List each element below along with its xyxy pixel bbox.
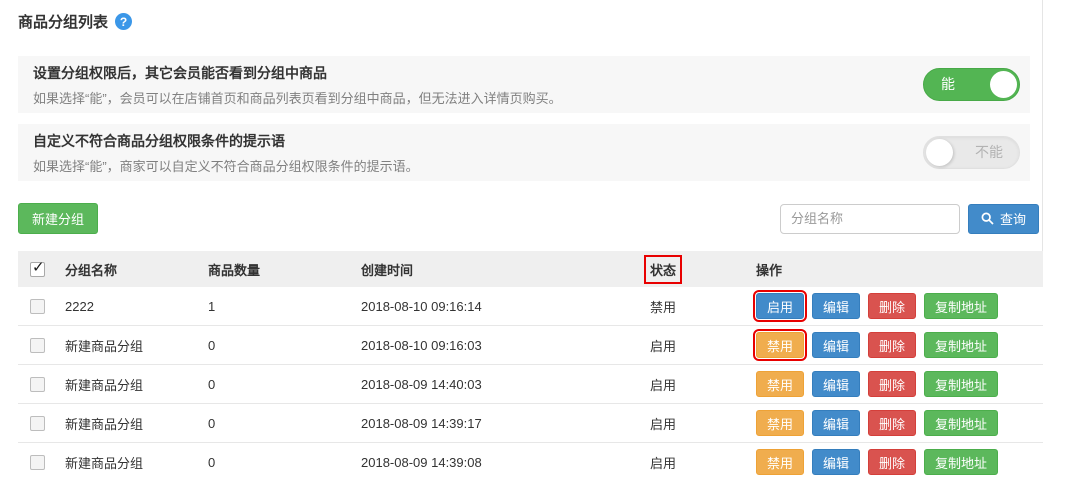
edit-button[interactable]: 编辑 [812, 332, 860, 358]
cell-created-time: 2018-08-09 14:40:03 [361, 377, 650, 392]
row-checkbox[interactable] [30, 299, 45, 314]
page-title: 商品分组列表 [18, 11, 108, 32]
cell-actions: 启用 编辑 删除 复制地址 [756, 293, 1043, 319]
cell-status: 启用 [650, 453, 756, 472]
disable-button[interactable]: 禁用 [756, 332, 804, 358]
row-checkbox[interactable] [30, 455, 45, 470]
cell-actions: 禁用 编辑 删除 复制地址 [756, 371, 1043, 397]
toggle-off-label: 不能 [975, 137, 1003, 168]
cell-group-name: 新建商品分组 [65, 336, 208, 355]
table-row: 新建商品分组 0 2018-08-09 14:39:17 启用 禁用 编辑 删除… [18, 404, 1043, 443]
status-annotation-box: 状态 [644, 255, 682, 284]
cell-created-time: 2018-08-10 09:16:14 [361, 299, 650, 314]
copy-address-button[interactable]: 复制地址 [924, 332, 998, 358]
table-row: 2222 1 2018-08-10 09:16:14 禁用 启用 编辑 删除 复… [18, 287, 1043, 326]
copy-address-button[interactable]: 复制地址 [924, 449, 998, 475]
table-row: 新建商品分组 0 2018-08-09 14:40:03 启用 禁用 编辑 删除… [18, 365, 1043, 404]
disable-button[interactable]: 禁用 [756, 410, 804, 436]
setting-description: 如果选择“能”，商家可以自定义不符合商品分组权限条件的提示语。 [33, 156, 419, 175]
header-quantity: 商品数量 [208, 260, 361, 279]
setting-text: 自定义不符合商品分组权限条件的提示语 如果选择“能”，商家可以自定义不符合商品分… [33, 131, 419, 175]
setting-description: 如果选择“能”，会员可以在店铺首页和商品列表页看到分组中商品，但无法进入详情页购… [33, 88, 562, 107]
delete-button[interactable]: 删除 [868, 332, 916, 358]
edit-button[interactable]: 编辑 [812, 293, 860, 319]
disable-button[interactable]: 禁用 [756, 371, 804, 397]
cell-quantity: 0 [208, 377, 361, 392]
group-table: 分组名称 商品数量 创建时间 状态 操作 2222 1 2018-08-10 0… [18, 251, 1043, 481]
cell-created-time: 2018-08-09 14:39:08 [361, 455, 650, 470]
row-checkbox[interactable] [30, 338, 45, 353]
cell-actions: 禁用 编辑 删除 复制地址 [756, 410, 1043, 436]
toggle-knob [926, 139, 953, 166]
cell-quantity: 0 [208, 455, 361, 470]
select-all-checkbox[interactable] [30, 262, 45, 277]
edit-button[interactable]: 编辑 [812, 410, 860, 436]
table-row: 新建商品分组 0 2018-08-10 09:16:03 启用 禁用 编辑 删除… [18, 326, 1043, 365]
toggle-on-label: 能 [941, 69, 955, 100]
delete-button[interactable]: 删除 [868, 449, 916, 475]
delete-button[interactable]: 删除 [868, 293, 916, 319]
cell-group-name: 新建商品分组 [65, 375, 208, 394]
search-button[interactable]: 查询 [968, 204, 1039, 234]
cell-group-name: 新建商品分组 [65, 414, 208, 433]
cell-group-name: 2222 [65, 299, 208, 314]
page-header: 商品分组列表 ? [0, 0, 1042, 32]
cell-quantity: 0 [208, 416, 361, 431]
header-status: 状态 [650, 260, 756, 279]
cell-quantity: 0 [208, 338, 361, 353]
disable-button[interactable]: 禁用 [756, 449, 804, 475]
cell-created-time: 2018-08-09 14:39:17 [361, 416, 650, 431]
search-button-label: 查询 [1000, 209, 1026, 228]
row-checkbox[interactable] [30, 416, 45, 431]
cell-status: 启用 [650, 414, 756, 433]
cell-status: 禁用 [650, 297, 756, 316]
new-group-button[interactable]: 新建分组 [18, 203, 98, 234]
table-row: 新建商品分组 0 2018-08-09 14:39:08 启用 禁用 编辑 删除… [18, 443, 1043, 481]
cell-actions: 禁用 编辑 删除 复制地址 [756, 332, 1043, 358]
cell-created-time: 2018-08-10 09:16:03 [361, 338, 650, 353]
search-input[interactable] [780, 204, 960, 234]
cell-group-name: 新建商品分组 [65, 453, 208, 472]
search-icon [981, 212, 994, 225]
toggle-custom-tip-switch[interactable]: 不能 [923, 136, 1020, 169]
header-actions: 操作 [756, 260, 1043, 279]
delete-button[interactable]: 删除 [868, 410, 916, 436]
setting-panel-custom-tip: 自定义不符合商品分组权限条件的提示语 如果选择“能”，商家可以自定义不符合商品分… [18, 124, 1030, 181]
edit-button[interactable]: 编辑 [812, 371, 860, 397]
help-icon[interactable]: ? [115, 13, 132, 30]
copy-address-button[interactable]: 复制地址 [924, 293, 998, 319]
cell-status: 启用 [650, 336, 756, 355]
page-container: 商品分组列表 ? 设置分组权限后，其它会员能否看到分组中商品 如果选择“能”，会… [0, 0, 1043, 481]
enable-button[interactable]: 启用 [756, 293, 804, 319]
toggle-knob [990, 71, 1017, 98]
copy-address-button[interactable]: 复制地址 [924, 410, 998, 436]
toggle-visible-switch[interactable]: 能 [923, 68, 1020, 101]
setting-panel-group-permission: 设置分组权限后，其它会员能否看到分组中商品 如果选择“能”，会员可以在店铺首页和… [18, 56, 1030, 113]
delete-button[interactable]: 删除 [868, 371, 916, 397]
cell-actions: 禁用 编辑 删除 复制地址 [756, 449, 1043, 475]
header-group-name: 分组名称 [65, 260, 208, 279]
setting-title: 设置分组权限后，其它会员能否看到分组中商品 [33, 63, 562, 83]
setting-title: 自定义不符合商品分组权限条件的提示语 [33, 131, 419, 151]
cell-quantity: 1 [208, 299, 361, 314]
edit-button[interactable]: 编辑 [812, 449, 860, 475]
header-created-time: 创建时间 [361, 260, 650, 279]
cell-status: 启用 [650, 375, 756, 394]
copy-address-button[interactable]: 复制地址 [924, 371, 998, 397]
table-header-row: 分组名称 商品数量 创建时间 状态 操作 [18, 251, 1043, 287]
row-checkbox[interactable] [30, 377, 45, 392]
setting-text: 设置分组权限后，其它会员能否看到分组中商品 如果选择“能”，会员可以在店铺首页和… [33, 63, 562, 107]
toolbar: 新建分组 查询 [18, 203, 1039, 234]
toolbar-search-area: 查询 [780, 204, 1039, 234]
